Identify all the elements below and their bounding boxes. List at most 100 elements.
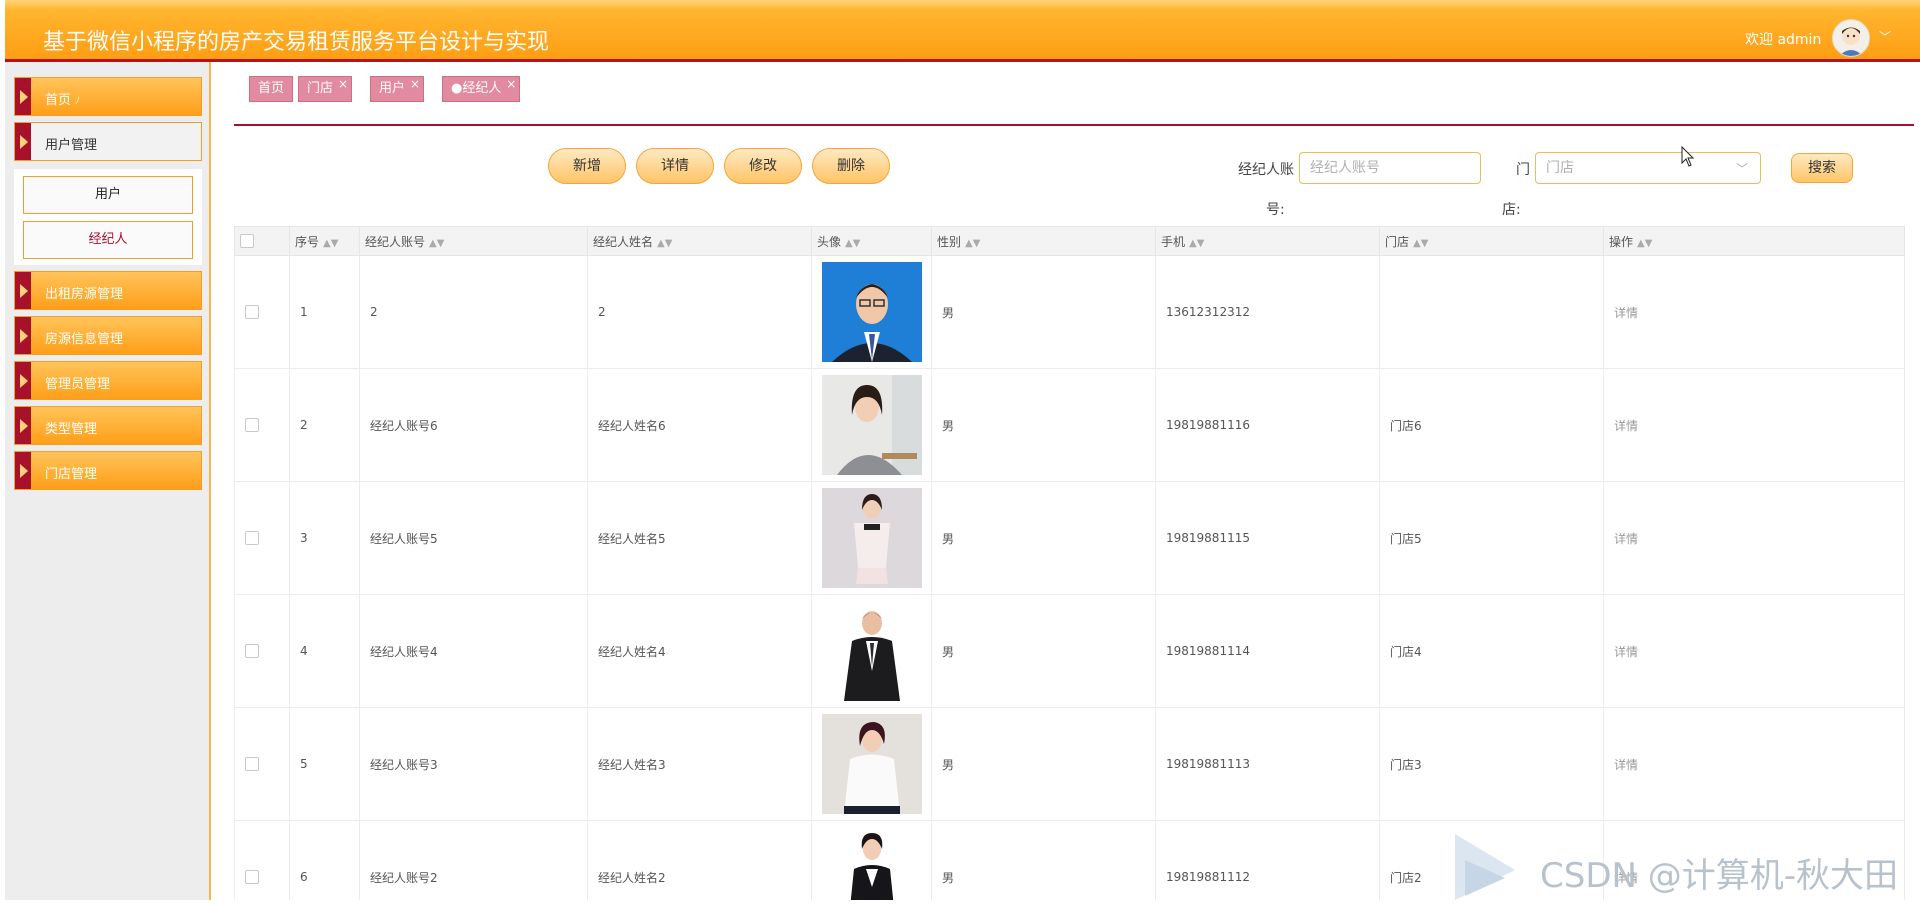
cell-store: 门店4 (1379, 594, 1604, 708)
watermark-text: CSDN @计算机-秋大田 (1540, 856, 1899, 896)
sidebar-item-admin-management[interactable]: 管理员管理 (14, 361, 202, 400)
row-checkbox[interactable] (245, 418, 259, 433)
store-label: 门 (1516, 162, 1530, 178)
search-button[interactable]: 搜索 (1791, 153, 1853, 183)
sort-icon[interactable]: ▲▼ (657, 238, 672, 249)
header-action[interactable]: 操作 ▲▼ (1603, 226, 1905, 256)
play-logo-icon (1455, 834, 1515, 900)
row-checkbox[interactable] (245, 757, 259, 772)
cell-phone: 19819881113 (1155, 707, 1380, 821)
account-search-input[interactable] (1299, 152, 1481, 184)
cell-avatar (811, 255, 932, 369)
sidebar-item-property-info[interactable]: 房源信息管理 (14, 316, 202, 355)
cell-no: 6 (289, 820, 360, 900)
sidebar-item-user-management[interactable]: 用户管理 (14, 122, 202, 161)
sort-icon[interactable]: ▲▼ (1637, 238, 1652, 249)
sidebar-item-home[interactable]: 首页ﾉ (14, 77, 202, 116)
cell-action: 详情 (1603, 368, 1905, 482)
table-header-row: 序号 ▲▼ 经纪人账号 ▲▼ 经纪人姓名 ▲▼ 头像 ▲▼ 性别 ▲▼ 手机 ▲▼ 门店 ▲▼… (234, 226, 1905, 256)
cell-phone: 19819881112 (1155, 820, 1380, 900)
tab-label: 首页 (258, 81, 285, 96)
cell-gender: 男 (931, 707, 1156, 821)
cell-account: 经纪人账号4 (359, 594, 588, 708)
cell-name: 经纪人姓名5 (587, 481, 812, 595)
sort-icon[interactable]: ▲▼ (845, 238, 860, 249)
row-detail-link[interactable]: 详情 (1614, 758, 1638, 772)
sidebar-item-store-management[interactable]: 门店管理 (14, 451, 202, 490)
close-icon[interactable]: × (506, 72, 516, 96)
header-store[interactable]: 门店 ▲▼ (1379, 226, 1604, 256)
cell-gender: 男 (931, 481, 1156, 595)
store-select[interactable] (1535, 152, 1761, 184)
detail-button[interactable]: 详情 (636, 148, 714, 184)
row-checkbox[interactable] (245, 531, 259, 546)
user-management-submenu: 用户 经纪人 (14, 169, 202, 265)
cell-avatar (811, 368, 932, 482)
row-detail-link[interactable]: 详情 (1614, 532, 1638, 546)
sidebar-item-label: 管理员管理 (45, 377, 111, 392)
sort-icon[interactable]: ▲▼ (323, 238, 338, 249)
submenu-item-agent[interactable]: 经纪人 (23, 221, 193, 259)
tab-label: ●经纪人 (451, 81, 502, 96)
tab-agent[interactable]: ●经纪人 × (442, 76, 521, 102)
account-label-suffix: 号: (1266, 202, 1285, 218)
cell-account: 经纪人账号6 (359, 368, 588, 482)
table-row: 2 经纪人账号6 经纪人姓名6 男 19819881116 门店6 详情 (234, 368, 1905, 482)
row-detail-link[interactable]: 详情 (1614, 419, 1638, 433)
row-checkbox[interactable] (245, 870, 259, 885)
agent-photo (822, 262, 922, 362)
agent-photo (822, 827, 922, 900)
row-detail-link[interactable]: 详情 (1614, 306, 1638, 320)
close-icon[interactable]: × (410, 72, 420, 96)
agent-photo (822, 375, 922, 475)
table-row: 3 经纪人账号5 经纪人姓名5 男 19819881115 门店5 详情 (234, 481, 1905, 595)
sort-icon[interactable]: ▲▼ (1189, 238, 1204, 249)
table-row: 1 2 2 男 13612312312 详情 (234, 255, 1905, 369)
sort-icon[interactable]: ▲▼ (965, 238, 980, 249)
cell-store: 门店5 (1379, 481, 1604, 595)
sidebar-item-rental-listings[interactable]: 出租房源管理 (14, 271, 202, 310)
add-button[interactable]: 新增 (548, 148, 626, 184)
sort-icon[interactable]: ▲▼ (429, 238, 444, 249)
cell-avatar (811, 594, 932, 708)
close-icon[interactable]: × (338, 72, 348, 96)
cell-no: 2 (289, 368, 360, 482)
sort-icon[interactable]: ▲▼ (1413, 238, 1428, 249)
edit-button[interactable]: 修改 (724, 148, 802, 184)
cell-action: 详情 (1603, 594, 1905, 708)
cell-name: 2 (587, 255, 812, 369)
user-avatar[interactable] (1832, 19, 1870, 57)
cell-action: 详情 (1603, 255, 1905, 369)
tab-home[interactable]: 首页 (249, 76, 294, 102)
cell-account: 经纪人账号5 (359, 481, 588, 595)
select-all-checkbox[interactable] (240, 234, 254, 249)
cell-account: 经纪人账号2 (359, 820, 588, 900)
tab-label: 用户 (379, 81, 406, 96)
tab-bar: 首页 门店 × 用户 × ●经纪人 × (234, 64, 1914, 124)
cell-name: 经纪人姓名2 (587, 820, 812, 900)
tab-store[interactable]: 门店 × (298, 76, 353, 102)
header-gender[interactable]: 性别 ▲▼ (931, 226, 1156, 256)
submenu-item-user[interactable]: 用户 (23, 176, 193, 214)
cell-gender: 男 (931, 368, 1156, 482)
row-checkbox[interactable] (245, 305, 259, 320)
cell-phone: 19819881114 (1155, 594, 1380, 708)
header-avatar[interactable]: 头像 ▲▼ (811, 226, 932, 256)
header-no[interactable]: 序号 ▲▼ (289, 226, 360, 256)
sidebar-item-label: 用户管理 (45, 138, 98, 153)
row-detail-link[interactable]: 详情 (1614, 645, 1638, 659)
user-menu-chevron-icon[interactable]: ﹀ (1879, 28, 1891, 45)
tab-user[interactable]: 用户 × (370, 76, 425, 102)
tab-label: 门店 (307, 81, 334, 96)
header-account[interactable]: 经纪人账号 ▲▼ (359, 226, 588, 256)
table-row: 4 经纪人账号4 经纪人姓名4 男 19819881114 门店4 详情 (234, 594, 1905, 708)
row-checkbox[interactable] (245, 644, 259, 659)
app-title: 基于微信小程序的房产交易租赁服务平台设计与实现 (43, 30, 550, 55)
header-phone[interactable]: 手机 ▲▼ (1155, 226, 1380, 256)
cell-name: 经纪人姓名6 (587, 368, 812, 482)
header-name[interactable]: 经纪人姓名 ▲▼ (587, 226, 812, 256)
sidebar-item-label: 房源信息管理 (45, 332, 124, 347)
delete-button[interactable]: 删除 (812, 148, 890, 184)
sidebar-item-type-management[interactable]: 类型管理 (14, 406, 202, 445)
cell-no: 1 (289, 255, 360, 369)
